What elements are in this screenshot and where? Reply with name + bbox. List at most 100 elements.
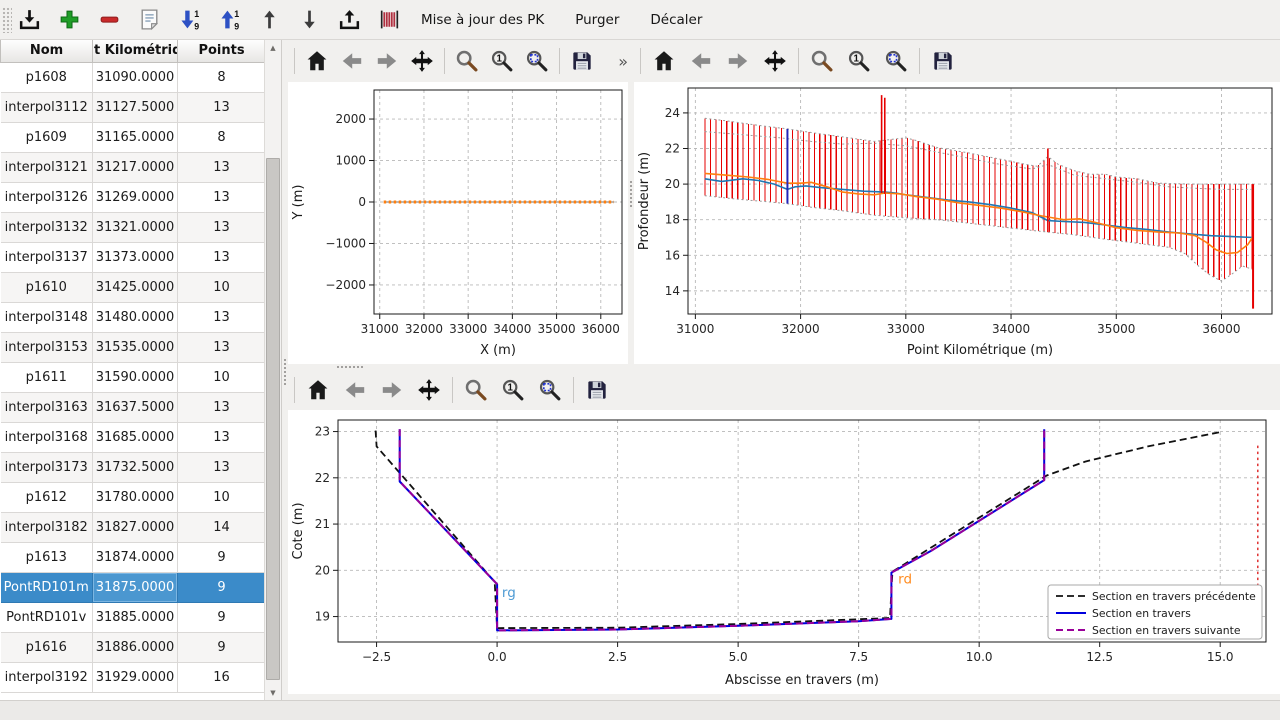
home-button[interactable] xyxy=(304,47,330,75)
cell-point-kilometrique[interactable]: 31685.0000 xyxy=(93,422,178,452)
table-row[interactable]: interpol312131217.000013 xyxy=(1,152,265,182)
export-button[interactable] xyxy=(336,6,363,33)
cell-points[interactable]: 13 xyxy=(178,152,265,182)
cell-point-kilometrique[interactable]: 31480.0000 xyxy=(93,302,178,332)
plan-view-figure[interactable]: 310003200033000340003500036000−2000−1000… xyxy=(288,82,628,364)
table-scrollbar[interactable]: ▲ ▼ xyxy=(264,40,281,700)
cell-point-kilometrique[interactable]: 31885.0000 xyxy=(93,602,178,632)
cell-nom[interactable]: interpol3112 xyxy=(1,92,93,122)
move-down-button[interactable] xyxy=(296,6,323,33)
cell-nom[interactable]: interpol3182 xyxy=(1,512,93,542)
remove-button[interactable] xyxy=(96,6,123,33)
cell-nom[interactable]: p1616 xyxy=(1,632,93,662)
table-row[interactable]: p161631886.00009 xyxy=(1,632,265,662)
table-row[interactable]: interpol315331535.000013 xyxy=(1,332,265,362)
cell-point-kilometrique[interactable]: 31875.0000 xyxy=(93,572,178,602)
cell-nom[interactable]: p1611 xyxy=(1,362,93,392)
cell-point-kilometrique[interactable]: 31535.0000 xyxy=(93,332,178,362)
zoom-one-button[interactable]: 1 xyxy=(489,47,515,75)
cell-point-kilometrique[interactable]: 31217.0000 xyxy=(93,152,178,182)
cell-nom[interactable]: interpol3192 xyxy=(1,662,93,692)
column-header-points[interactable]: Points xyxy=(178,40,265,62)
menu-item-mise-a-jour-pk[interactable]: Mise à jour des PK xyxy=(419,8,546,32)
back-button[interactable] xyxy=(341,376,369,404)
table-row[interactable]: p161331874.00009 xyxy=(1,542,265,572)
back-button[interactable] xyxy=(339,47,365,75)
cell-points[interactable]: 8 xyxy=(178,122,265,152)
cell-points[interactable]: 14 xyxy=(178,512,265,542)
table-row[interactable]: interpol312631269.000013 xyxy=(1,182,265,212)
cell-points[interactable]: 10 xyxy=(178,362,265,392)
cell-point-kilometrique[interactable]: 31165.0000 xyxy=(93,122,178,152)
column-header-nom[interactable]: Nom xyxy=(1,40,93,62)
toolbar-grip[interactable] xyxy=(2,7,12,33)
table-row[interactable]: p160931165.00008 xyxy=(1,122,265,152)
cell-nom[interactable]: interpol3168 xyxy=(1,422,93,452)
cell-nom[interactable]: PontRD101v xyxy=(1,602,93,632)
table-row[interactable]: p161131590.000010 xyxy=(1,362,265,392)
cell-nom[interactable]: p1609 xyxy=(1,122,93,152)
cell-point-kilometrique[interactable]: 31929.0000 xyxy=(93,662,178,692)
zoom-button[interactable] xyxy=(454,47,480,75)
chart-splitter-vertical[interactable] xyxy=(628,40,634,364)
cell-points[interactable]: 13 xyxy=(178,332,265,362)
cell-nom[interactable]: interpol3132 xyxy=(1,212,93,242)
cell-point-kilometrique[interactable]: 31732.5000 xyxy=(93,452,178,482)
toolbar-overflow-chevron[interactable]: » xyxy=(618,52,628,71)
cell-nom[interactable]: interpol3126 xyxy=(1,182,93,212)
sections-button[interactable] xyxy=(376,6,403,33)
zoom-one-button[interactable]: 1 xyxy=(499,376,527,404)
note-button[interactable] xyxy=(136,6,163,33)
cell-nom[interactable]: p1608 xyxy=(1,62,93,92)
cell-points[interactable]: 13 xyxy=(178,302,265,332)
save-button[interactable] xyxy=(583,376,611,404)
cell-nom[interactable]: interpol3153 xyxy=(1,332,93,362)
pan-button[interactable] xyxy=(415,376,443,404)
zoom-button[interactable] xyxy=(808,47,836,75)
zoom-fit-button[interactable] xyxy=(536,376,564,404)
cell-points[interactable]: 13 xyxy=(178,392,265,422)
table-row[interactable]: interpol317331732.500013 xyxy=(1,452,265,482)
table-row[interactable]: p160831090.00008 xyxy=(1,62,265,92)
cell-nom[interactable]: PontRD101m xyxy=(1,572,93,602)
forward-button[interactable] xyxy=(378,376,406,404)
cell-point-kilometrique[interactable]: 31590.0000 xyxy=(93,362,178,392)
home-button[interactable] xyxy=(650,47,678,75)
cell-nom[interactable]: p1610 xyxy=(1,272,93,302)
cell-point-kilometrique[interactable]: 31090.0000 xyxy=(93,62,178,92)
table-row[interactable]: interpol313231321.000013 xyxy=(1,212,265,242)
table-row[interactable]: interpol316331637.500013 xyxy=(1,392,265,422)
sort-asc-button[interactable]: 19 xyxy=(216,6,243,33)
table-row[interactable]: interpol311231127.500013 xyxy=(1,92,265,122)
add-button[interactable] xyxy=(56,6,83,33)
cell-nom[interactable]: interpol3163 xyxy=(1,392,93,422)
forward-button[interactable] xyxy=(374,47,400,75)
cell-points[interactable]: 13 xyxy=(178,422,265,452)
pan-button[interactable] xyxy=(409,47,435,75)
home-button[interactable] xyxy=(304,376,332,404)
cell-points[interactable]: 9 xyxy=(178,572,265,602)
import-button[interactable] xyxy=(16,6,43,33)
cell-points[interactable]: 10 xyxy=(178,272,265,302)
cell-points[interactable]: 8 xyxy=(178,62,265,92)
cell-points[interactable]: 9 xyxy=(178,542,265,572)
cell-point-kilometrique[interactable]: 31874.0000 xyxy=(93,542,178,572)
cell-points[interactable]: 9 xyxy=(178,632,265,662)
cell-nom[interactable]: p1612 xyxy=(1,482,93,512)
cell-nom[interactable]: interpol3148 xyxy=(1,302,93,332)
cell-points[interactable]: 13 xyxy=(178,182,265,212)
cell-point-kilometrique[interactable]: 31886.0000 xyxy=(93,632,178,662)
table-row[interactable]: interpol319231929.000016 xyxy=(1,662,265,692)
cell-point-kilometrique[interactable]: 31827.0000 xyxy=(93,512,178,542)
table-row[interactable]: PontRD101v31885.00009 xyxy=(1,602,265,632)
scrollbar-thumb[interactable] xyxy=(266,158,280,680)
cell-points[interactable]: 13 xyxy=(178,212,265,242)
zoom-one-button[interactable]: 1 xyxy=(845,47,873,75)
table-row[interactable]: interpol313731373.000013 xyxy=(1,242,265,272)
cell-points[interactable]: 13 xyxy=(178,92,265,122)
chart-splitter-horizontal[interactable] xyxy=(288,364,1280,370)
scroll-down-icon[interactable]: ▼ xyxy=(265,685,281,700)
profile-figure[interactable]: 3100032000330003400035000360001416182022… xyxy=(634,82,1280,364)
cell-point-kilometrique[interactable]: 31373.0000 xyxy=(93,242,178,272)
table-row[interactable]: interpol314831480.000013 xyxy=(1,302,265,332)
